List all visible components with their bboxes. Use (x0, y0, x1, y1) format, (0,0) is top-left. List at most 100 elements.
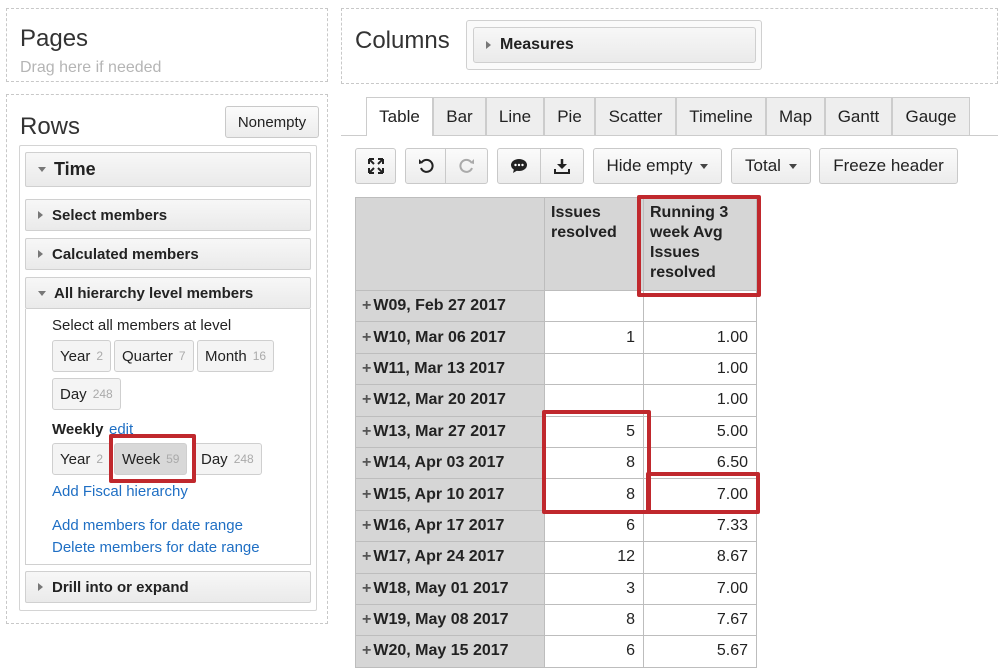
expand-plus-icon[interactable]: + (362, 391, 371, 409)
row-header[interactable]: + W11, Mar 13 2017 (355, 352, 545, 386)
comment-icon (511, 159, 527, 173)
columns-zone[interactable]: Columns Measures (341, 8, 998, 84)
rows-title: Rows (20, 113, 81, 140)
select-members-section[interactable]: Select members (25, 199, 311, 231)
level-chip-month[interactable]: Month 16 (197, 340, 275, 372)
issues-resolved-cell: 1 (544, 321, 644, 354)
running-avg-cell (643, 289, 757, 323)
add-members-date-range-link[interactable]: Add members for date range (52, 517, 243, 534)
row-label: W19, May 08 2017 (373, 611, 509, 629)
issues-resolved-cell: 5 (544, 415, 644, 448)
issues-resolved-cell: 8 (544, 446, 644, 480)
columns-title: Columns (355, 27, 450, 54)
level-chip-year[interactable]: Year 2 (52, 340, 111, 372)
add-fiscal-hierarchy-link[interactable]: Add Fiscal hierarchy (52, 483, 188, 500)
delete-members-date-range-link[interactable]: Delete members for date range (52, 539, 260, 556)
all-hierarchy-level-members-section[interactable]: All hierarchy level members (25, 277, 311, 309)
expand-plus-icon[interactable]: + (362, 548, 371, 566)
row-label: W18, May 01 2017 (373, 579, 509, 597)
row-header[interactable]: + W09, Feb 27 2017 (355, 289, 545, 323)
running-avg-cell: 1.00 (643, 352, 757, 386)
caret-right-icon (38, 211, 43, 219)
issues-resolved-cell: 3 (544, 572, 644, 605)
caret-right-icon (38, 250, 43, 258)
table-row: + W16, Apr 17 2017 6 7.33 (355, 509, 757, 543)
running-avg-cell: 6.50 (643, 446, 757, 480)
download-button[interactable] (540, 148, 584, 184)
caret-right-icon (486, 41, 491, 49)
row-header[interactable]: + W20, May 15 2017 (355, 635, 545, 668)
row-header[interactable]: + W18, May 01 2017 (355, 572, 545, 605)
expand-plus-icon[interactable]: + (362, 517, 371, 535)
row-label: W12, Mar 20 2017 (373, 391, 506, 409)
running-avg-cell: 7.00 (643, 572, 757, 605)
issues-resolved-cell: 12 (544, 541, 644, 574)
row-header[interactable]: + W12, Mar 20 2017 (355, 384, 545, 417)
expand-plus-icon[interactable]: + (362, 360, 371, 378)
table-row: + W18, May 01 2017 3 7.00 (355, 572, 757, 605)
row-header[interactable]: + W19, May 08 2017 (355, 603, 545, 637)
redo-button[interactable] (445, 148, 488, 184)
weekly-chip-year[interactable]: Year 2 (52, 443, 111, 475)
level-chip-day[interactable]: Day 248 (52, 378, 121, 410)
time-dimension-header[interactable]: Time (25, 152, 311, 187)
issues-resolved-cell: 6 (544, 509, 644, 543)
table-row: + W12, Mar 20 2017 1.00 (355, 384, 757, 417)
freeze-header-button[interactable]: Freeze header (819, 148, 958, 184)
calculated-members-label: Calculated members (52, 245, 199, 263)
calculated-members-section[interactable]: Calculated members (25, 238, 311, 270)
table-row: + W14, Apr 03 2017 8 6.50 (355, 446, 757, 480)
row-header[interactable]: + W15, Apr 10 2017 (355, 478, 545, 511)
issues-resolved-cell (544, 384, 644, 417)
table-row: + W19, May 08 2017 8 7.67 (355, 603, 757, 637)
expand-plus-icon[interactable]: + (362, 297, 371, 315)
expand-plus-icon[interactable]: + (362, 423, 371, 441)
table-row: + W13, Mar 27 2017 5 5.00 (355, 415, 757, 448)
issues-resolved-cell: 8 (544, 603, 644, 637)
running-avg-header[interactable]: Running 3 week Avg Issues resolved (643, 197, 757, 291)
tab-timeline[interactable]: Timeline (676, 97, 766, 135)
running-avg-cell: 1.00 (643, 384, 757, 417)
fullscreen-button[interactable] (355, 148, 396, 184)
expand-plus-icon[interactable]: + (362, 329, 371, 347)
expand-plus-icon[interactable]: + (362, 611, 371, 629)
tab-bar-baseline (341, 135, 998, 136)
undo-button[interactable] (405, 148, 446, 184)
hide-empty-dropdown[interactable]: Hide empty (593, 148, 722, 184)
row-header[interactable]: + W16, Apr 17 2017 (355, 509, 545, 543)
row-header[interactable]: + W17, Apr 24 2017 (355, 541, 545, 574)
fullscreen-icon (367, 158, 384, 174)
issues-resolved-header[interactable]: Issues resolved (544, 197, 644, 291)
tab-bar[interactable]: Bar (433, 97, 486, 135)
comment-button[interactable] (497, 148, 541, 184)
tab-line[interactable]: Line (486, 97, 544, 135)
weekly-chip-week[interactable]: Week 59 (114, 443, 188, 475)
table-row: + W15, Apr 10 2017 8 7.00 (355, 478, 757, 511)
weekly-chip-day[interactable]: Day 248 (193, 443, 262, 475)
pages-zone[interactable]: Pages Drag here if needed (6, 8, 328, 82)
total-dropdown[interactable]: Total (731, 148, 811, 184)
row-header[interactable]: + W14, Apr 03 2017 (355, 446, 545, 480)
weekly-edit-link[interactable]: edit (109, 421, 133, 438)
tab-scatter[interactable]: Scatter (595, 97, 676, 135)
tab-table[interactable]: Table (366, 97, 433, 136)
drill-into-expand-label: Drill into or expand (52, 578, 189, 596)
expand-plus-icon[interactable]: + (362, 486, 371, 504)
expand-plus-icon[interactable]: + (362, 642, 371, 660)
drill-into-expand-section[interactable]: Drill into or expand (25, 571, 311, 603)
level-chip-quarter[interactable]: Quarter 7 (114, 340, 194, 372)
time-dimension-label: Time (54, 159, 96, 179)
row-header[interactable]: + W13, Mar 27 2017 (355, 415, 545, 448)
row-label: W15, Apr 10 2017 (373, 485, 505, 503)
expand-plus-icon[interactable]: + (362, 580, 371, 598)
tab-map[interactable]: Map (766, 97, 825, 135)
nonempty-button[interactable]: Nonempty (225, 106, 319, 138)
tab-gantt[interactable]: Gantt (825, 97, 892, 135)
pages-title: Pages (20, 25, 89, 52)
caret-down-icon (38, 290, 46, 296)
expand-plus-icon[interactable]: + (362, 454, 371, 472)
tab-pie[interactable]: Pie (544, 97, 595, 135)
row-header[interactable]: + W10, Mar 06 2017 (355, 321, 545, 354)
tab-gauge[interactable]: Gauge (892, 97, 970, 135)
measures-pill[interactable]: Measures (473, 27, 756, 63)
